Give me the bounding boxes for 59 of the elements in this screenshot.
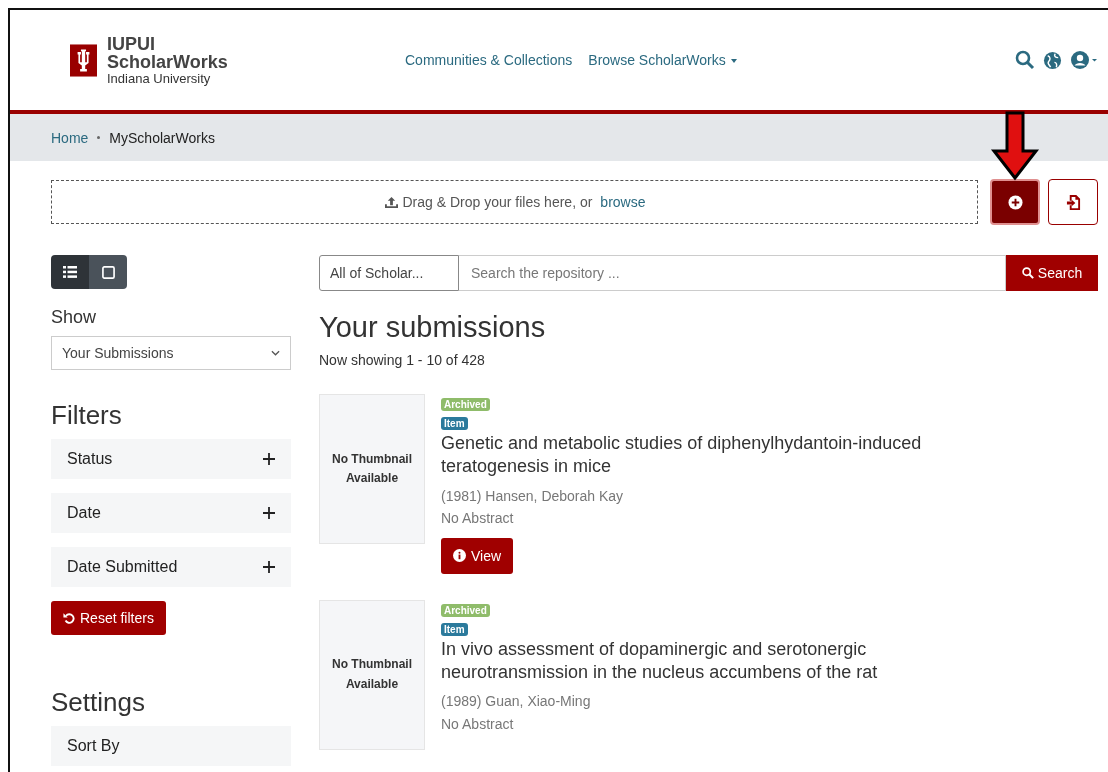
status-badge: Item [441,417,468,430]
nav-link[interactable]: Communities & Collections [405,52,573,68]
result-meta: (1989) Guan, Xiao-Ming [441,692,592,712]
list-view-button[interactable] [51,255,89,289]
browse-link[interactable]: browse [600,194,646,210]
site-name: ScholarWorks [107,53,228,71]
site-name: IUPUI [107,35,156,53]
plus-icon [263,561,275,573]
search-field[interactable]: Search the repository ... [459,255,1006,291]
show-select[interactable]: Your Submissions [51,336,291,370]
result-title-link[interactable]: Genetic and metabolic studies of diphenylhydantoin-induced teratogenesis in mice [441,432,981,479]
globe-icon[interactable] [1043,50,1062,70]
separator-dot [97,136,101,139]
scope-selector[interactable]: All of Scholar... [319,255,459,291]
page-title: Your submissions [319,311,547,344]
filter-facet[interactable]: Date [51,493,291,533]
undo-icon [63,612,75,624]
info-icon [453,549,466,563]
grid-view-button[interactable] [89,255,127,289]
site-subtitle: Indiana University [107,72,212,85]
file-import-icon [1065,193,1081,211]
plus-icon [263,453,275,465]
arrow-icon [990,111,1040,181]
square-icon [101,265,115,279]
status-badge: Item [441,622,468,636]
settings-heading: Settings [51,687,146,718]
thumbnail-caption: No Thumbnail Available [331,656,413,693]
show-label: Show [51,307,98,328]
filter-facet[interactable]: Date Submitted [51,547,291,587]
add-button[interactable] [990,179,1040,225]
search-button[interactable]: Search [1006,255,1098,291]
nav-link[interactable]: Browse ScholarWorks [588,52,737,68]
filter-facet[interactable]: Status [51,439,291,479]
chevron-down-icon [271,350,280,356]
result-meta: (1981) Hansen, Deborah Kay [441,486,625,506]
upload-icon [383,195,399,209]
search-icon [1021,267,1034,279]
trident-logo-icon[interactable] [70,43,97,77]
filters-heading: Filters [51,400,123,431]
plus-circle-icon [1007,194,1023,210]
status-badge: Archived [441,603,490,617]
thumbnail-caption: No Thumbnail Available [331,450,413,487]
list-icon [63,266,77,278]
view-button[interactable]: View [441,537,514,574]
result-abstract: No Abstract [441,509,515,529]
reset-filters-button[interactable]: Reset filters [51,601,166,635]
breadcrumb-item: MyScholarWorks [109,129,215,146]
breadcrumb-item[interactable]: Home [51,129,89,146]
drop-instruction: Drag & Drop your files here, or [402,194,593,210]
status-badge: Archived [441,398,490,411]
search-icon[interactable] [1015,50,1035,70]
plus-icon [263,507,275,519]
file-drop-zone[interactable]: Drag & Drop your files here, or browse [51,180,978,224]
user-menu-icon[interactable] [1070,50,1098,70]
result-title-link[interactable]: In vivo assessment of dopaminergic and serotonergic neurotransmission in the nucleus accumbens of the rat [441,637,981,685]
result-abstract: No Abstract [441,714,515,734]
result-count: Now showing 1 - 10 of 428 [319,352,486,368]
import-button[interactable] [1048,179,1098,225]
settings-item[interactable]: Sort By [51,726,291,766]
